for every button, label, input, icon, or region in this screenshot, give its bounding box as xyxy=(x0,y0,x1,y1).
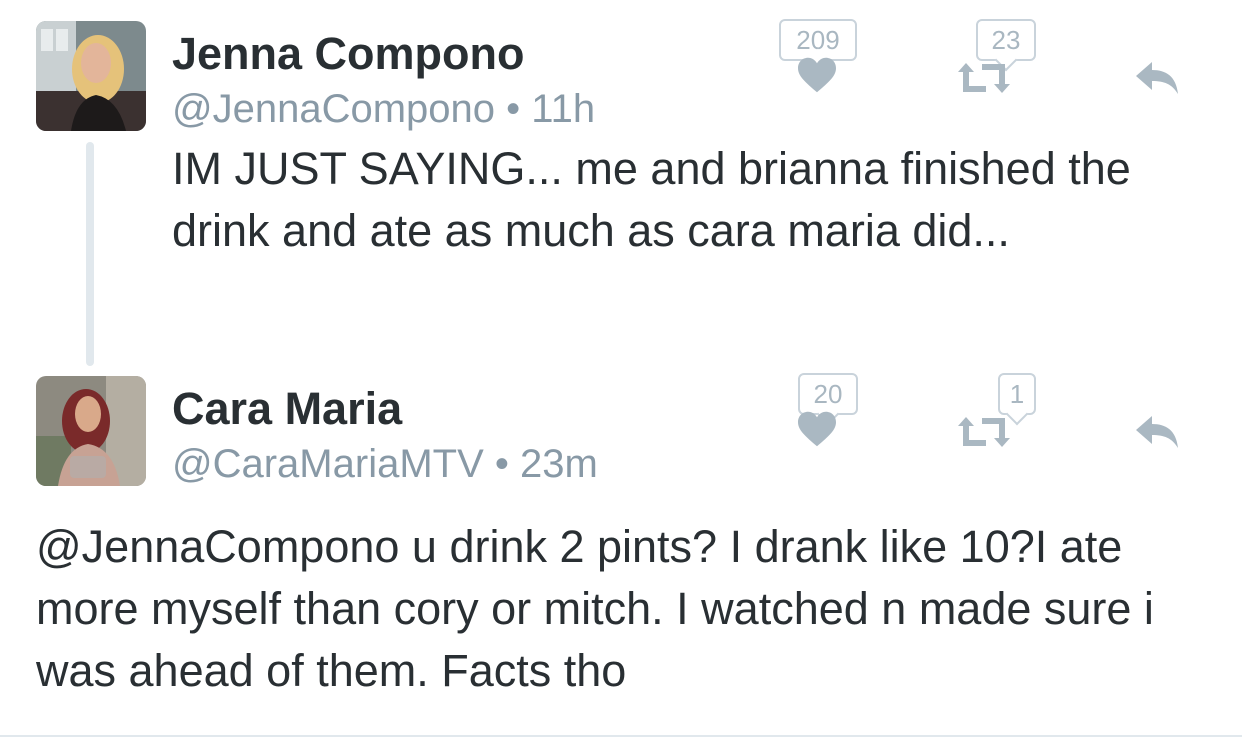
tweet-text: IM JUST SAYING... me and brianna finishe… xyxy=(172,143,1131,256)
author-meta: @JennaCompono • 11h xyxy=(172,87,595,132)
author-name[interactable]: Cara Maria xyxy=(172,383,402,435)
avatar[interactable] xyxy=(36,376,146,486)
author-meta: @CaraMariaMTV • 23m xyxy=(172,442,598,487)
thread-line xyxy=(86,142,94,366)
bottom-divider xyxy=(0,735,1242,737)
retweet-icon[interactable] xyxy=(956,414,1012,450)
timestamp[interactable]: 11h xyxy=(531,87,595,131)
author-name[interactable]: Jenna Compono xyxy=(172,28,525,80)
reply-icon[interactable] xyxy=(1132,60,1180,96)
retweet-count: 23 xyxy=(976,19,1036,61)
heart-icon[interactable] xyxy=(796,410,838,448)
reply-icon[interactable] xyxy=(1132,414,1180,450)
separator-dot: • xyxy=(494,442,509,486)
timestamp[interactable]: 23m xyxy=(520,442,598,486)
tweet-text: @JennaCompono u drink 2 pints? I drank l… xyxy=(36,521,1154,696)
author-handle[interactable]: @CaraMariaMTV xyxy=(172,442,484,486)
heart-icon[interactable] xyxy=(796,56,838,94)
avatar[interactable] xyxy=(36,21,146,131)
author-handle[interactable]: @JennaCompono xyxy=(172,87,495,131)
like-count: 20 xyxy=(798,373,858,415)
separator-dot: • xyxy=(506,87,521,131)
retweet-count: 1 xyxy=(998,373,1036,415)
like-count: 209 xyxy=(779,19,857,61)
retweet-icon[interactable] xyxy=(956,60,1012,96)
